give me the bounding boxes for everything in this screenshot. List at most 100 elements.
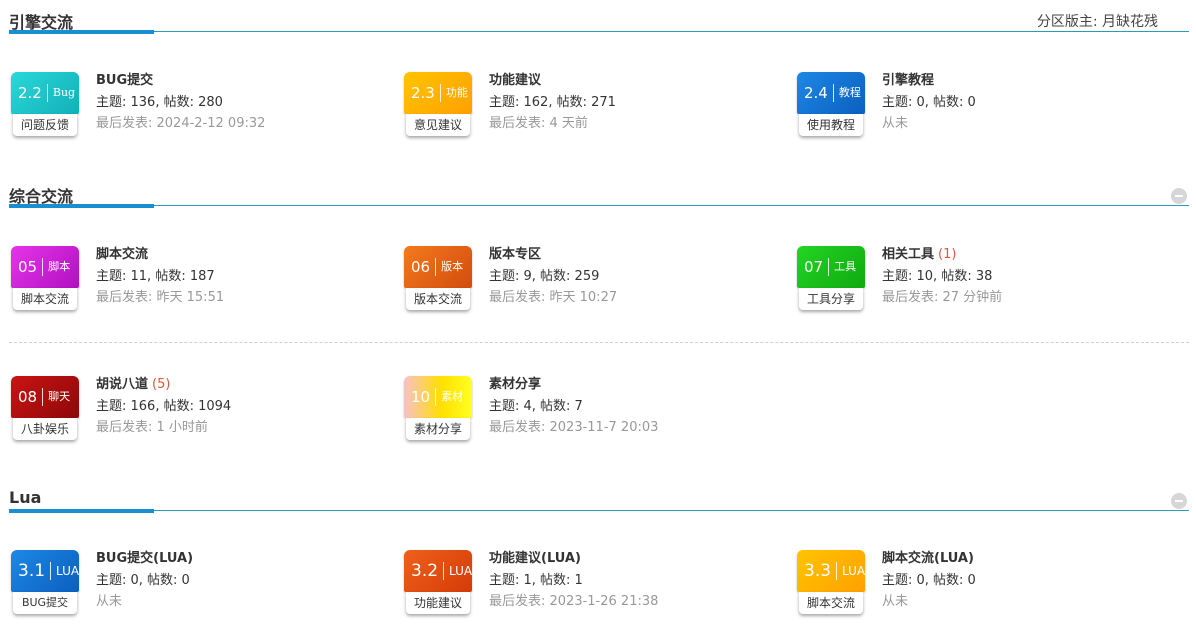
forum-row: 08 聊天 八卦娱乐 胡说八道 (5) 主题: 166, 帖数: 1094 最后发… (9, 376, 1189, 456)
forum-stats: 主题: 136, 帖数: 280 (96, 95, 223, 110)
forum-name-link[interactable]: 脚本交流 (96, 246, 224, 267)
forum-info: BUG提交(LUA) 主题: 0, 帖数: 0 从未 (96, 550, 193, 613)
forum-name[interactable]: BUG提交 (96, 73, 153, 88)
forum-badge-icon[interactable]: 3.3 LUA 脚本交流 (797, 550, 865, 618)
forum-name-link[interactable]: BUG提交(LUA) (96, 550, 193, 571)
forum-last-post[interactable]: 最后发表: 2023-1-26 21:38 (489, 592, 658, 613)
forum-stats: 主题: 1, 帖数: 1 (489, 573, 583, 588)
forum-name-link[interactable]: 胡说八道 (5) (96, 376, 231, 397)
forum-item-version-zone[interactable]: 06 版本 版本交流 版本专区 主题: 9, 帖数: 259 最后发表: 昨天 … (402, 246, 782, 326)
forum-row: 3.1 LUA BUG提交 BUG提交(LUA) 主题: 0, 帖数: 0 从未… (9, 550, 1189, 630)
badge-number: 3.3 (797, 562, 838, 580)
forum-last-post[interactable]: 最后发表: 27 分钟前 (882, 288, 1002, 309)
badge-subtitle: 素材分享 (406, 418, 470, 440)
forum-item-bug-submit[interactable]: 2.2 Bug 问题反馈 BUG提交 主题: 136, 帖数: 280 最后发表… (9, 72, 389, 152)
forum-badge-icon[interactable]: 2.2 Bug 问题反馈 (11, 72, 79, 140)
new-post-count: (1) (938, 247, 957, 262)
forum-badge-icon[interactable]: 06 版本 版本交流 (404, 246, 472, 314)
forum-info: 脚本交流 主题: 11, 帖数: 187 最后发表: 昨天 15:51 (96, 246, 224, 309)
collapse-icon[interactable] (1171, 493, 1187, 509)
badge-kind: 聊天 (48, 390, 71, 403)
forum-stats: 主题: 0, 帖数: 0 (96, 573, 190, 588)
forum-badge-icon[interactable]: 10 素材 素材分享 (404, 376, 472, 444)
forum-stats: 主题: 162, 帖数: 271 (489, 95, 616, 110)
forum-item-lua-bug[interactable]: 3.1 LUA BUG提交 BUG提交(LUA) 主题: 0, 帖数: 0 从未 (9, 550, 389, 630)
section-header: Lua (9, 481, 1189, 513)
forum-info: 功能建议 主题: 162, 帖数: 271 最后发表: 4 天前 (489, 72, 616, 135)
forum-item-script-exchange[interactable]: 05 脚本 脚本交流 脚本交流 主题: 11, 帖数: 187 最后发表: 昨天… (9, 246, 389, 326)
forum-name[interactable]: 相关工具 (882, 247, 934, 262)
forum-name-link[interactable]: 素材分享 (489, 376, 658, 397)
forum-last-post[interactable]: 最后发表: 1 小时前 (96, 418, 231, 439)
forum-name[interactable]: 功能建议 (489, 73, 541, 88)
forum-name-link[interactable]: 功能建议 (489, 72, 616, 93)
forum-item-materials[interactable]: 10 素材 素材分享 素材分享 主题: 4, 帖数: 7 最后发表: 2023-… (402, 376, 782, 456)
forum-badge-icon[interactable]: 05 脚本 脚本交流 (11, 246, 79, 314)
forum-item-lua-script[interactable]: 3.3 LUA 脚本交流 脚本交流(LUA) 主题: 0, 帖数: 0 从未 (795, 550, 1175, 630)
forum-name[interactable]: 胡说八道 (96, 377, 148, 392)
forum-name[interactable]: BUG提交(LUA) (96, 551, 193, 566)
forum-badge-icon[interactable]: 07 工具 工具分享 (797, 246, 865, 314)
forum-name-link[interactable]: 相关工具 (1) (882, 246, 1002, 267)
forum-stats: 主题: 10, 帖数: 38 (882, 269, 993, 284)
forum-name[interactable]: 脚本交流 (96, 247, 148, 262)
badge-number: 2.2 (11, 84, 48, 102)
collapse-icon[interactable] (1171, 188, 1187, 204)
forum-name[interactable]: 引擎教程 (882, 73, 934, 88)
forum-info: 脚本交流(LUA) 主题: 0, 帖数: 0 从未 (882, 550, 976, 613)
forum-badge-icon[interactable]: 2.4 教程 使用教程 (797, 72, 865, 140)
forum-stats: 主题: 0, 帖数: 0 (882, 95, 976, 110)
badge-top: 07 工具 (797, 246, 865, 288)
badge-top: 2.4 教程 (797, 72, 865, 114)
badge-kind: 工具 (834, 260, 857, 273)
badge-top: 05 脚本 (11, 246, 79, 288)
forum-last-post: 从未 (96, 594, 123, 609)
forum-badge-icon[interactable]: 2.3 功能 意见建议 (404, 72, 472, 140)
section-moderator[interactable]: 分区版主: 月缺花残 (1037, 11, 1158, 31)
forum-last-post[interactable]: 最后发表: 2023-11-7 20:03 (489, 418, 658, 439)
forum-info: BUG提交 主题: 136, 帖数: 280 最后发表: 2024-2-12 0… (96, 72, 265, 135)
forum-last-post[interactable]: 最后发表: 2024-2-12 09:32 (96, 114, 265, 135)
badge-number: 08 (11, 388, 44, 406)
forum-last-post[interactable]: 最后发表: 昨天 10:27 (489, 288, 617, 309)
badge-top: 06 版本 (404, 246, 472, 288)
section-header: 综合交流 (9, 176, 1189, 208)
forum-info: 引擎教程 主题: 0, 帖数: 0 从未 (882, 72, 976, 135)
forum-info: 胡说八道 (5) 主题: 166, 帖数: 1094 最后发表: 1 小时前 (96, 376, 231, 439)
badge-subtitle: 脚本交流 (799, 592, 863, 614)
forum-name[interactable]: 版本专区 (489, 247, 541, 262)
badge-subtitle: 工具分享 (799, 288, 863, 310)
forum-item-feature-suggest[interactable]: 2.3 功能 意见建议 功能建议 主题: 162, 帖数: 271 最后发表: … (402, 72, 782, 152)
forum-stats: 主题: 9, 帖数: 259 (489, 269, 600, 284)
forum-last-post[interactable]: 最后发表: 昨天 15:51 (96, 288, 224, 309)
forum-badge-icon[interactable]: 3.2 LUA 功能建议 (404, 550, 472, 618)
badge-subtitle: 脚本交流 (13, 288, 77, 310)
forum-stats: 主题: 166, 帖数: 1094 (96, 399, 232, 414)
forum-name-link[interactable]: 版本专区 (489, 246, 617, 267)
forum-item-engine-tutorial[interactable]: 2.4 教程 使用教程 引擎教程 主题: 0, 帖数: 0 从未 (795, 72, 1175, 152)
forum-item-lua-feature[interactable]: 3.2 LUA 功能建议 功能建议(LUA) 主题: 1, 帖数: 1 最后发表… (402, 550, 782, 630)
badge-number: 05 (11, 258, 44, 276)
forum-name[interactable]: 素材分享 (489, 377, 541, 392)
forum-last-post[interactable]: 最后发表: 4 天前 (489, 114, 616, 135)
badge-number: 3.1 (11, 562, 52, 580)
forum-name[interactable]: 脚本交流(LUA) (882, 551, 974, 566)
forum-badge-icon[interactable]: 08 聊天 八卦娱乐 (11, 376, 79, 444)
badge-number: 07 (797, 258, 830, 276)
forum-name-link[interactable]: 功能建议(LUA) (489, 550, 658, 571)
forum-last-post: 从未 (882, 594, 909, 609)
forum-stats: 主题: 4, 帖数: 7 (489, 399, 583, 414)
forum-name-link[interactable]: 脚本交流(LUA) (882, 550, 976, 571)
forum-name-link[interactable]: BUG提交 (96, 72, 265, 93)
badge-kind: 脚本 (48, 260, 71, 273)
badge-number: 10 (404, 388, 437, 406)
forum-name-link[interactable]: 引擎教程 (882, 72, 976, 93)
forum-info: 素材分享 主题: 4, 帖数: 7 最后发表: 2023-11-7 20:03 (489, 376, 658, 439)
forum-item-related-tools[interactable]: 07 工具 工具分享 相关工具 (1) 主题: 10, 帖数: 38 最后发表: … (795, 246, 1175, 326)
forum-item-chat[interactable]: 08 聊天 八卦娱乐 胡说八道 (5) 主题: 166, 帖数: 1094 最后发… (9, 376, 389, 456)
forum-badge-icon[interactable]: 3.1 LUA BUG提交 (11, 550, 79, 618)
badge-subtitle: 使用教程 (799, 114, 863, 136)
forum-name[interactable]: 功能建议(LUA) (489, 551, 581, 566)
section-title[interactable]: Lua (9, 488, 41, 507)
badge-kind: 功能 (445, 86, 468, 99)
